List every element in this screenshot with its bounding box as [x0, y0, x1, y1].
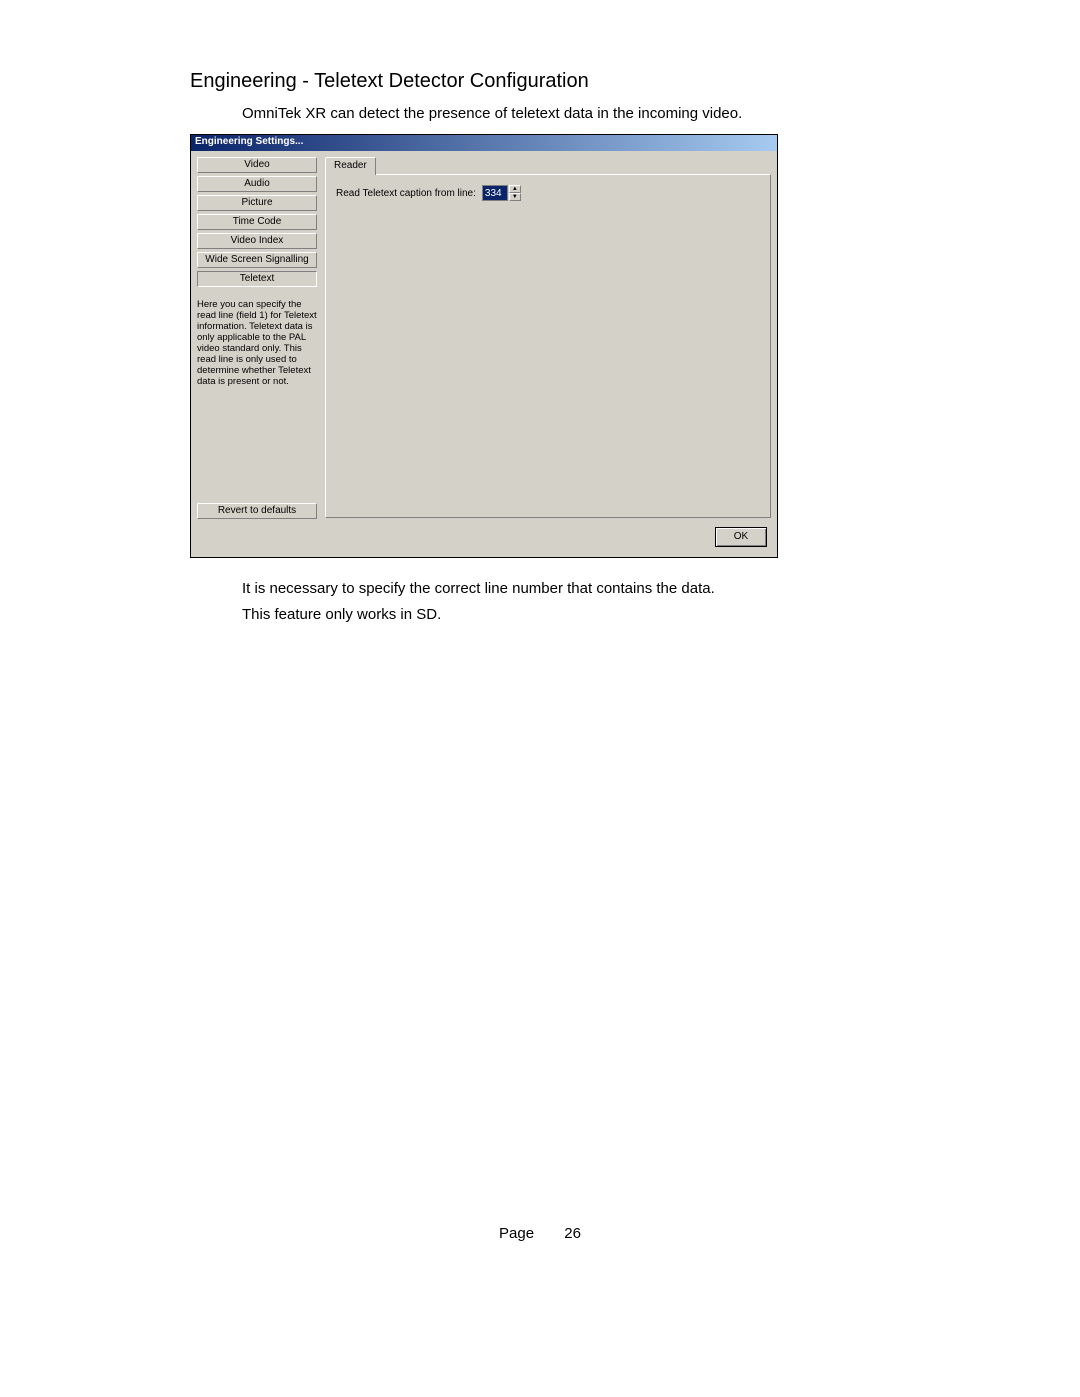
page-label: Page: [499, 1225, 534, 1242]
after-text-1: It is necessary to specify the correct l…: [242, 576, 890, 602]
page-num: 26: [564, 1225, 581, 1242]
sidebar-description: Here you can specify the read line (fiel…: [197, 299, 317, 387]
revert-defaults-button[interactable]: Revert to defaults: [197, 503, 317, 519]
sidebar-item-teletext[interactable]: Teletext: [197, 271, 317, 287]
teletext-line-spinbox: ▲ ▼: [482, 185, 521, 201]
sidebar-item-video[interactable]: Video: [197, 157, 317, 173]
dialog-titlebar: Engineering Settings...: [191, 135, 777, 151]
sidebar-item-widescreen[interactable]: Wide Screen Signalling: [197, 252, 317, 268]
tab-reader[interactable]: Reader: [325, 157, 376, 175]
after-text-2: This feature only works in SD.: [242, 602, 890, 628]
sidebar-item-picture[interactable]: Picture: [197, 195, 317, 211]
dialog-sidebar: Video Audio Picture Time Code Video Inde…: [197, 157, 317, 287]
spinner-up-icon[interactable]: ▲: [509, 185, 521, 193]
sidebar-item-videoindex[interactable]: Video Index: [197, 233, 317, 249]
spinner-down-icon[interactable]: ▼: [509, 193, 521, 201]
section-title: Engineering - Teletext Detector Configur…: [190, 70, 890, 93]
sidebar-item-timecode[interactable]: Time Code: [197, 214, 317, 230]
sidebar-item-audio[interactable]: Audio: [197, 176, 317, 192]
intro-text: OmniTek XR can detect the presence of te…: [242, 105, 890, 122]
teletext-line-input[interactable]: [482, 185, 508, 201]
ok-button[interactable]: OK: [715, 527, 767, 547]
tab-panel-reader: Read Teletext caption from line: ▲ ▼: [325, 174, 771, 518]
engineering-settings-dialog: Engineering Settings... Video Audio Pict…: [190, 134, 778, 558]
teletext-line-label: Read Teletext caption from line:: [336, 188, 476, 199]
page-number: Page 26: [0, 1225, 1080, 1242]
